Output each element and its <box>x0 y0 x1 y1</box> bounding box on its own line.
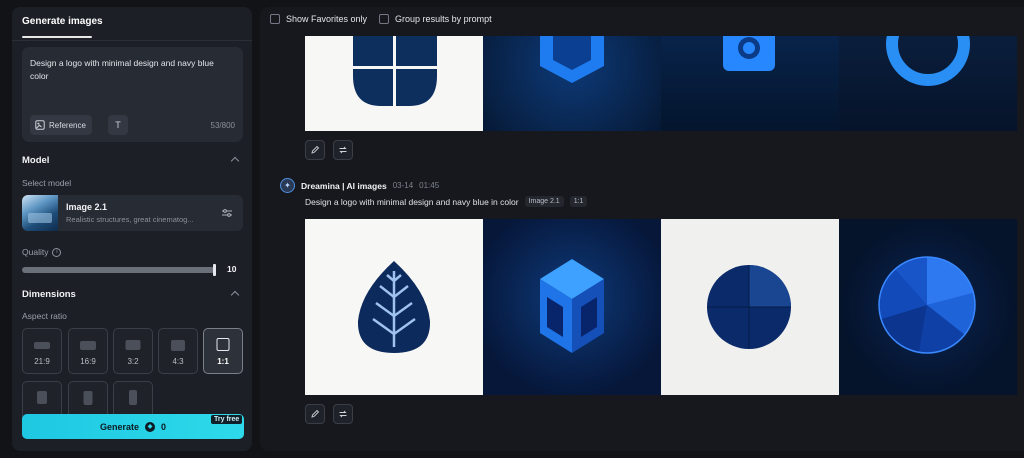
ratio-4-3[interactable]: 4:3 <box>158 328 198 374</box>
ratio-shape <box>80 341 96 350</box>
try-free-badge: Try free <box>211 415 243 424</box>
ratio-label: 1:1 <box>217 357 229 366</box>
regenerate-button[interactable] <box>333 140 353 160</box>
group-name: Dreamina | AI images <box>301 180 387 191</box>
show-favorites-label: Show Favorites only <box>286 14 368 24</box>
group-prompt[interactable]: Design a logo with minimal design and na… <box>305 197 519 207</box>
ratio-shape <box>171 340 185 351</box>
ratio-label: 3:2 <box>127 357 139 366</box>
generated-image[interactable] <box>661 219 839 395</box>
ratio-label: 16:9 <box>80 357 96 366</box>
model-chip: Image 2.1 <box>524 196 564 207</box>
sliders-icon[interactable] <box>221 207 233 219</box>
tab-underline <box>22 36 92 38</box>
panel-tabs: Generate images <box>12 7 252 41</box>
refresh-icon <box>339 146 347 154</box>
pencil-icon <box>311 145 320 154</box>
ratio-shape <box>129 390 137 405</box>
generated-image[interactable] <box>839 36 1017 131</box>
model-description: Realistic structures, great cinematog... <box>66 215 194 224</box>
select-model-label: Select model <box>22 178 72 188</box>
quality-value: 10 <box>227 264 237 274</box>
ratio-shape <box>216 338 230 351</box>
filter-bar: Show Favorites only Group results by pro… <box>270 14 492 24</box>
show-favorites-checkbox[interactable]: Show Favorites only <box>270 14 367 24</box>
ratio-label: 21:9 <box>34 357 50 366</box>
group-header: ✦ Dreamina | AI images 03-14 01:45 <box>280 178 439 193</box>
generated-image[interactable] <box>305 36 483 131</box>
ratio-1-1[interactable]: 1:1 <box>203 328 243 374</box>
shield-logo-icon <box>540 36 604 83</box>
generated-image[interactable] <box>305 219 483 395</box>
ratio-3-2[interactable]: 3:2 <box>113 328 153 374</box>
edit-button[interactable] <box>305 140 325 160</box>
generated-image[interactable] <box>839 219 1017 395</box>
image-add-icon <box>35 120 45 130</box>
generate-label: Generate <box>99 421 139 432</box>
ratio-shape <box>83 391 93 405</box>
quality-label: Quality <box>22 247 49 257</box>
model-selector[interactable]: Image 2.1 Realistic structures, great ci… <box>22 195 243 231</box>
regenerate-button[interactable] <box>333 404 353 424</box>
cube-logo-icon <box>540 259 604 353</box>
dreamina-logo-icon: ✦ <box>280 178 295 193</box>
group-prompt-line: Design a logo with minimal design and na… <box>305 196 588 207</box>
group-by-prompt-label: Group results by prompt <box>395 14 492 24</box>
quartered-circle-logo-icon <box>707 265 791 349</box>
checkbox-box[interactable] <box>379 14 390 24</box>
reference-button[interactable]: Reference <box>30 115 92 135</box>
group-time: 01:45 <box>419 181 440 190</box>
image-row-current <box>305 219 1018 395</box>
ratio-shape <box>37 391 47 404</box>
pencil-icon <box>311 409 320 418</box>
prompt-box[interactable]: Design a logo with minimal design and na… <box>22 47 243 142</box>
quality-row: Quality i <box>22 247 62 257</box>
quality-slider-handle[interactable] <box>213 264 216 276</box>
ratio-16-9[interactable]: 16:9 <box>68 328 108 374</box>
chevron-up-icon[interactable] <box>230 290 240 300</box>
tab-generate-images[interactable]: Generate images <box>22 16 103 27</box>
segmented-circle-logo-icon <box>878 256 976 354</box>
camera-logo-icon <box>723 36 775 71</box>
char-count: 53/800 <box>210 121 235 130</box>
prompt-input[interactable]: Design a logo with minimal design and na… <box>30 57 230 83</box>
model-section-title: Model <box>22 155 50 166</box>
reference-label: Reference <box>49 120 86 130</box>
generated-image[interactable] <box>483 219 661 395</box>
group-date: 03-14 <box>392 181 414 190</box>
model-thumbnail <box>22 195 58 231</box>
group-by-prompt-checkbox[interactable]: Group results by prompt <box>379 14 492 24</box>
credit-coin-icon: ◆ <box>145 421 155 432</box>
generated-image[interactable] <box>661 36 839 131</box>
text-tool-button[interactable]: T <box>108 115 128 135</box>
quality-slider[interactable] <box>22 267 215 273</box>
aspect-ratio-label: Aspect ratio <box>22 311 67 321</box>
ratio-21-9[interactable]: 21:9 <box>22 328 62 374</box>
ratio-label: 4:3 <box>172 357 184 366</box>
info-icon[interactable]: i <box>52 247 62 257</box>
model-name: Image 2.1 <box>66 202 108 212</box>
generate-cost: 0 <box>161 421 167 432</box>
refresh-icon <box>339 410 347 418</box>
window-logo-icon <box>353 36 437 106</box>
generated-image[interactable] <box>483 36 661 131</box>
ratio-shape <box>34 342 50 349</box>
ratio-chip: 1:1 <box>569 196 588 207</box>
image-row-previous <box>305 36 1018 131</box>
results-area: Show Favorites only Group results by pro… <box>260 7 1024 451</box>
ratio-shape <box>125 340 141 350</box>
chevron-up-icon[interactable] <box>230 156 240 166</box>
text-tool-icon: T <box>115 120 121 130</box>
ring-logo-icon <box>886 36 970 86</box>
leaf-logo-icon <box>357 261 431 353</box>
edit-button[interactable] <box>305 404 325 424</box>
dimensions-section-title: Dimensions <box>22 289 76 300</box>
generate-panel: Generate images Design a logo with minim… <box>12 7 252 451</box>
checkbox-box[interactable] <box>270 14 280 24</box>
